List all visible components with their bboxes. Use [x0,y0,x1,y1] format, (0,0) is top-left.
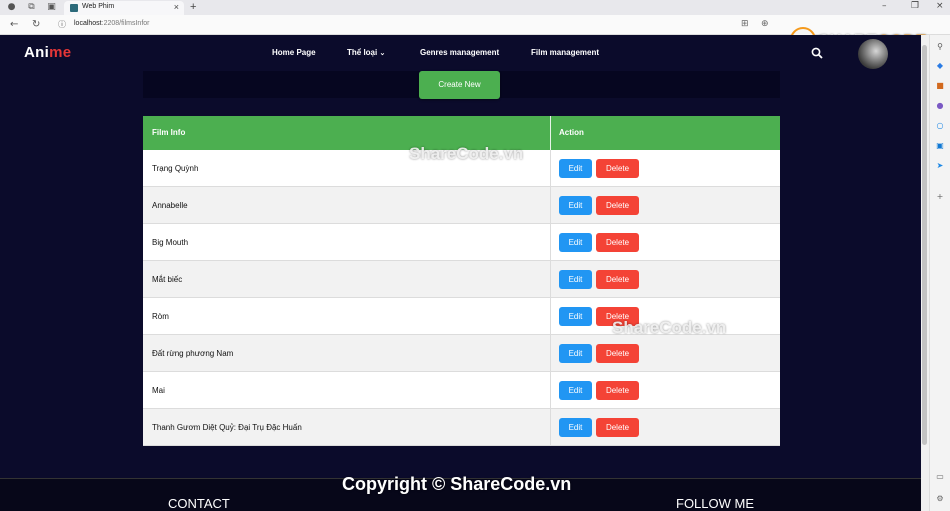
sidebar-outlook-icon[interactable]: ▣ [934,140,946,152]
film-name: Mắt biếc [152,275,183,284]
delete-button[interactable]: Delete [596,381,639,400]
sidebar-people-icon[interactable]: ● [934,100,946,112]
edit-button[interactable]: Edit [559,159,592,178]
delete-button[interactable]: Delete [596,418,639,437]
avatar[interactable] [858,39,888,69]
edit-button[interactable]: Edit [559,381,592,400]
table-row: Mai Edit Delete [143,372,780,409]
sidebar-office-icon[interactable]: ○ [934,120,946,132]
col-film-info: Film Info [152,128,186,137]
close-window-icon[interactable]: × [936,1,944,11]
address-bar: ← ↻ ⓘ localhost:2208/filmsInfor ⊞ ⊕ SHAR… [0,15,950,53]
edit-button[interactable]: Edit [559,233,592,252]
film-name: Mai [152,386,165,395]
edit-button[interactable]: Edit [559,307,592,326]
close-tab-icon[interactable]: × [174,2,179,12]
delete-button[interactable]: Delete [596,270,639,289]
create-new-button[interactable]: Create New [419,71,500,99]
url-path: :2208/filmsInfor [101,20,150,27]
table-body: Trạng Quỳnh Edit Delete Annabelle Edit Delete… [143,150,780,446]
film-name: Ròm [152,312,169,321]
nav-genre-dropdown[interactable]: Thể loại ⌄ [347,48,385,57]
watermark-copyright: Copyright © ShareCode.vn [342,474,572,494]
footer-contact: CONTACT [168,496,230,511]
page-scrollbar[interactable] [921,35,929,511]
cell-divider [550,187,551,224]
watermark-text: ShareCode.vn [409,144,524,163]
scrollbar-thumb[interactable] [922,45,927,445]
page-content: Anime Home Page Thể loại ⌄ Genres manage… [0,35,921,511]
edit-button[interactable]: Edit [559,344,592,363]
nav-film-management[interactable]: Film management [531,48,599,57]
sidebar-settings-icon[interactable]: ⚙ [934,493,946,505]
table-row: Mắt biếc Edit Delete [143,261,780,298]
table-row: Đất rừng phương Nam Edit Delete [143,335,780,372]
app-available-icon[interactable]: ⊞ [741,19,749,29]
refresh-icon[interactable]: ↻ [32,19,40,30]
sidebar-search-icon[interactable]: ⚲ [934,41,946,53]
film-name: Thanh Gươm Diệt Quỷ: Đại Trụ Đặc Huấn [152,423,302,432]
cell-divider [550,298,551,335]
sidebar-telegram-icon[interactable]: ➤ [934,160,946,172]
site-logo[interactable]: Anime [24,44,71,61]
films-table: Film Info Action Trạng Quỳnh Edit Delete An… [143,116,780,446]
film-name: Annabelle [152,201,188,210]
sidebar-screen-icon[interactable]: ▭ [934,471,946,483]
new-tab-icon[interactable]: + [190,1,196,13]
browser-tab[interactable]: Web Phim × [64,1,184,15]
url-host: localhost [74,20,102,27]
sidebar-tools-icon[interactable]: ■ [934,80,946,92]
watermark-text-2: ShareCode.vn [612,318,727,337]
browser-tab-bar: ● ⧉ ▣ Web Phim × + – ❐ × [0,0,950,15]
delete-button[interactable]: Delete [596,233,639,252]
url-field[interactable]: ⓘ localhost:2208/filmsInfor [58,18,778,32]
cell-divider [550,150,551,187]
tab-actions-icon[interactable]: ▣ [46,2,57,13]
back-icon[interactable]: ← [10,19,18,30]
search-icon[interactable] [811,47,823,59]
logo-main: Ani [24,44,50,61]
delete-button[interactable]: Delete [596,344,639,363]
header-divider [550,116,551,150]
film-name: Big Mouth [152,238,189,247]
cell-divider [550,409,551,446]
nav-genres-management[interactable]: Genres management [420,48,499,57]
cell-divider [550,261,551,298]
edit-button[interactable]: Edit [559,418,592,437]
table-row: Annabelle Edit Delete [143,187,780,224]
browser-sidebar: ⚲ ◆ ■ ● ○ ▣ ➤ + ▭ ⚙ [929,35,950,511]
sidebar-tag-icon[interactable]: ◆ [934,60,946,72]
delete-button[interactable]: Delete [596,159,639,178]
table-row: Thanh Gươm Diệt Quỷ: Đại Trụ Đặc Huấn Edi… [143,409,780,446]
cell-divider [550,372,551,409]
chevron-down-icon: ⌄ [379,50,386,57]
profile-icon[interactable]: ● [6,2,17,13]
favicon-icon [70,4,78,12]
cell-divider [550,224,551,261]
workspaces-icon[interactable]: ⧉ [26,2,37,13]
footer-follow: FOLLOW ME [676,496,755,511]
sidebar-add-icon[interactable]: + [934,191,946,203]
tab-title: Web Phim [82,3,115,10]
table-row: Big Mouth Edit Delete [143,224,780,261]
nav-home[interactable]: Home Page [272,48,316,57]
film-name: Đất rừng phương Nam [152,349,234,358]
minimize-icon[interactable]: – [882,1,887,11]
delete-button[interactable]: Delete [596,196,639,215]
site-header: Anime Home Page Thể loại ⌄ Genres manage… [0,35,921,72]
edit-button[interactable]: Edit [559,196,592,215]
col-action: Action [559,128,584,137]
film-name: Trạng Quỳnh [152,164,199,173]
cell-divider [550,335,551,372]
edit-button[interactable]: Edit [559,270,592,289]
zoom-icon[interactable]: ⊕ [761,19,769,29]
logo-accent: me [49,44,72,61]
restore-icon[interactable]: ❐ [911,1,919,11]
site-info-icon[interactable]: ⓘ [58,19,66,30]
nav-genre-label: Thể loại [347,48,378,57]
url-text: localhost:2208/filmsInfor [74,20,150,27]
